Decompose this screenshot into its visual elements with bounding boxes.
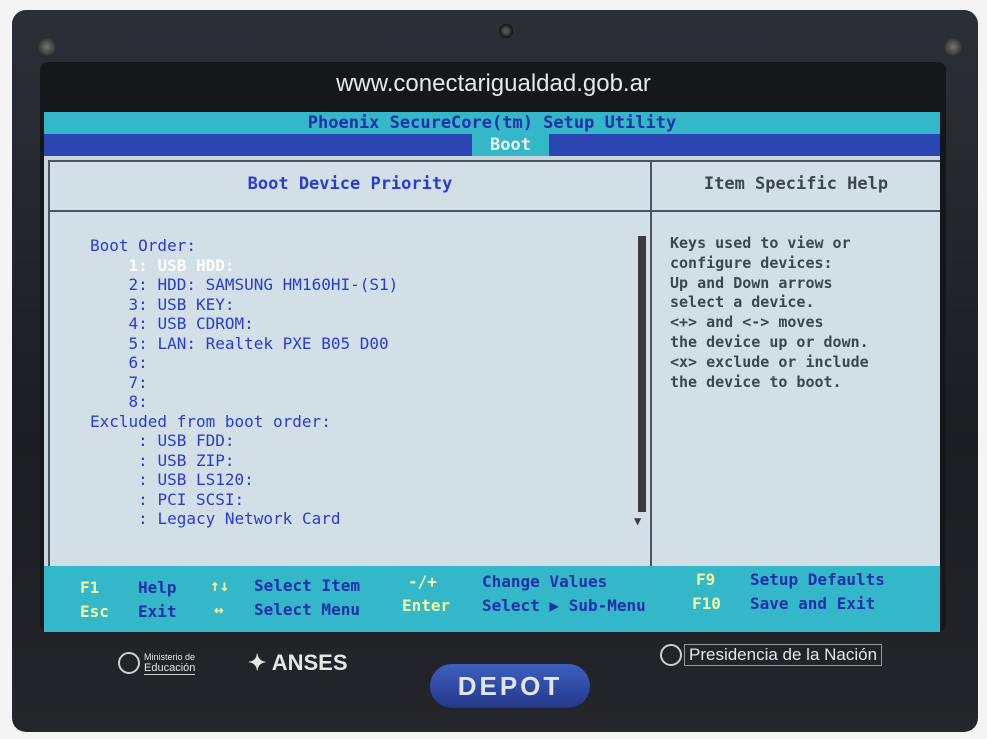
boot-item-5[interactable]: 5: LAN: Realtek PXE B05 D00 (90, 334, 398, 354)
key-f9: F9 (696, 570, 716, 589)
boot-list: Boot Order: 1: USB HDD: 2: HDD: SAMSUNG … (90, 236, 398, 529)
help-line: configure devices: (670, 253, 833, 272)
key-f10-label: Save and Exit (750, 594, 876, 613)
key-f1: F1 (80, 578, 100, 597)
bios-title: Phoenix SecureCore(tm) Setup Utility (44, 112, 940, 134)
excluded-item-usb-fdd[interactable]: : USB FDD: (90, 431, 398, 451)
bios-menu-bar: Boot (44, 134, 940, 156)
boot-item-6[interactable]: 6: (90, 353, 398, 373)
ministerio-line-2: Educación (144, 662, 196, 675)
bios-key-legend: F1 Help Esc Exit ↑↓ Select Item ↔ Select… (44, 566, 940, 632)
panel-divider-horizontal (50, 210, 940, 212)
key-plusminus-label: Change Values (482, 572, 608, 591)
boot-item-2[interactable]: 2: HDD: SAMSUNG HM160HI-(S1) (90, 275, 399, 295)
boot-item-1[interactable]: 1: USB HDD: (90, 256, 398, 276)
help-line: select a device. (670, 293, 815, 312)
anses-logo: ✦ ANSES (248, 650, 348, 676)
boot-order-label: Boot Order: (90, 236, 196, 255)
bios-main-panel: Boot Device Priority Item Specific Help … (48, 160, 940, 568)
menu-tab-boot[interactable]: Boot (472, 134, 549, 156)
boot-list-scrollbar[interactable] (638, 236, 646, 512)
key-esc: Esc (80, 602, 109, 621)
key-leftright: ↔ (214, 600, 224, 619)
anses-text: ANSES (271, 650, 348, 675)
excluded-item-usb-ls120[interactable]: : USB LS120: (90, 470, 398, 490)
ministerio-logo: Ministerio de Educación (144, 652, 196, 675)
excluded-label: Excluded from boot order: (90, 411, 331, 431)
excluded-item-legacy-network[interactable]: : Legacy Network Card (90, 509, 398, 529)
bios-screen: Phoenix SecureCore(tm) Setup Utility Boo… (44, 112, 940, 632)
bezel-bumper-left (38, 38, 56, 56)
key-f9-label: Setup Defaults (750, 570, 885, 589)
key-updown: ↑↓ (210, 576, 230, 595)
boot-item-8[interactable]: 8: (90, 392, 398, 412)
help-line: Up and Down arrows (670, 273, 833, 292)
boot-device-priority-header: Boot Device Priority (247, 174, 453, 194)
key-leftright-label: Select Menu (254, 600, 360, 619)
help-line: the device up or down. (670, 332, 869, 351)
scroll-down-arrow-icon[interactable]: ▼ (634, 514, 641, 528)
key-esc-label: Exit (138, 602, 177, 621)
boot-item-3[interactable]: 3: USB KEY: (90, 295, 398, 315)
help-line: the device to boot. (670, 372, 842, 391)
excluded-item-usb-zip[interactable]: : USB ZIP: (90, 451, 398, 471)
anses-mark-icon: ✦ (248, 650, 272, 675)
panel-divider-vertical (650, 162, 652, 566)
bezel-bumper-right (944, 38, 962, 56)
item-help-text: Keys used to view or configure devices: … (670, 234, 932, 392)
key-f1-label: Help (138, 578, 177, 597)
key-updown-label: Select Item (254, 576, 360, 595)
depot-logo: DEPOT (430, 664, 590, 708)
item-help-header: Item Specific Help (703, 174, 889, 194)
presidencia-seal-icon (660, 644, 682, 666)
ministerio-seal-icon (118, 652, 140, 674)
help-line: <x> exclude or include (670, 352, 869, 371)
boot-item-4[interactable]: 4: USB CDROM: (90, 314, 398, 334)
webcam-icon (499, 24, 513, 38)
bezel-url-label: www.conectarigualdad.gob.ar (336, 70, 651, 97)
key-enter: Enter (402, 596, 451, 615)
key-plusminus: -/+ (408, 572, 437, 591)
key-f10: F10 (692, 594, 721, 613)
presidencia-logo: Presidencia de la Nación (684, 644, 883, 666)
excluded-item-pci-scsi[interactable]: : PCI SCSI: (90, 490, 398, 510)
help-line: Keys used to view or (670, 234, 851, 252)
boot-item-7[interactable]: 7: (90, 373, 398, 393)
help-line: <+> and <-> moves (670, 313, 824, 332)
key-enter-label: Select ▶ Sub-Menu (482, 596, 646, 615)
